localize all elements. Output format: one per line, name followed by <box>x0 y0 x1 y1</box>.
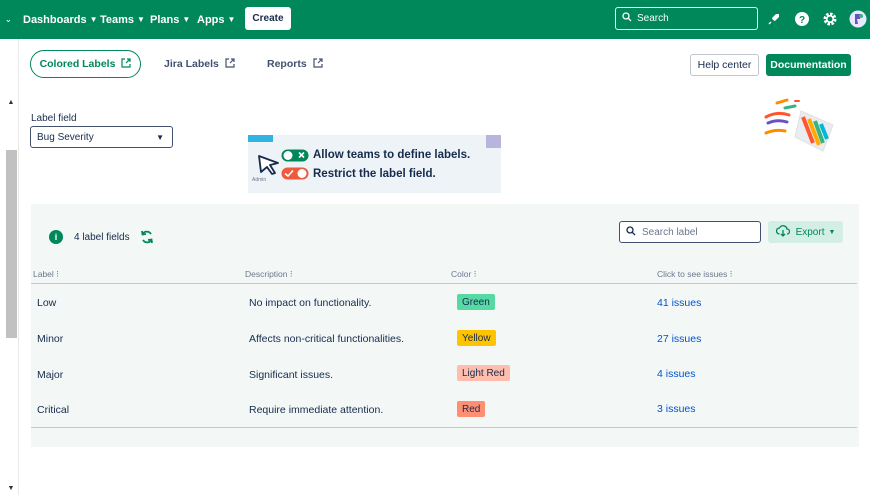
banner-line-2: Restrict the label field. <box>313 168 436 180</box>
page-left-divider <box>18 39 19 495</box>
banner-line-1: Allow teams to define labels. <box>313 149 471 161</box>
nav-dashboards[interactable]: Dashboards ▼ <box>23 0 98 39</box>
row-label: Critical <box>37 404 70 416</box>
row-description: Affects non-critical functionalities. <box>249 333 405 345</box>
nav-apps-label: Apps <box>197 13 225 26</box>
help-icon[interactable]: ? <box>793 10 811 28</box>
promo-banner: Admin Allow teams to define labels. Rest… <box>248 135 501 193</box>
nav-apps[interactable]: Apps ▼ <box>197 0 235 39</box>
label-field-caption: Label field <box>31 113 77 124</box>
column-header-issues[interactable]: Click to see issues ⁝ <box>657 269 732 280</box>
colored-labels-illustration-icon <box>764 98 834 152</box>
tab-colored-labels-label: Colored Labels <box>39 58 116 70</box>
chevron-down-icon: ▼ <box>828 228 836 236</box>
banner-accent-block <box>486 135 501 148</box>
column-header-description-text: Description <box>245 269 288 279</box>
search-label-placeholder: Search label <box>642 226 698 238</box>
external-link-icon <box>121 57 132 71</box>
svg-text:?: ? <box>799 15 805 26</box>
search-icon <box>622 12 632 25</box>
scroll-up-arrow[interactable]: ▲ <box>6 99 16 109</box>
search-label-input[interactable]: Search label <box>619 221 761 243</box>
color-badge: Yellow <box>457 330 496 346</box>
chevron-down-icon: ▼ <box>89 15 98 24</box>
table-bottom-divider <box>31 427 857 428</box>
rocket-icon[interactable] <box>765 10 783 28</box>
scrollbar-thumb[interactable] <box>6 150 17 338</box>
chevron-down-icon: ▼ <box>227 15 236 24</box>
tab-reports[interactable]: Reports <box>267 50 323 78</box>
search-icon <box>626 225 636 239</box>
nav-plans-label: Plans <box>150 13 180 26</box>
nav-plans[interactable]: Plans ▼ <box>150 0 190 39</box>
tab-jira-labels[interactable]: Jira Labels <box>164 50 235 78</box>
nav-dashboards-label: Dashboards <box>23 13 87 26</box>
global-search-placeholder: Search <box>637 13 669 24</box>
chevron-down-icon: ▼ <box>156 132 164 142</box>
issues-link[interactable]: 27 issues <box>657 333 701 345</box>
info-icon: i <box>49 230 63 244</box>
nav-left-chevron[interactable]: ⌄ <box>2 0 12 39</box>
column-header-label-text: Label <box>33 269 54 279</box>
top-navigation-bar: ⌄ Dashboards ▼ Teams ▼ Plans ▼ Apps ▼ Cr… <box>0 0 870 39</box>
sort-icon: ⁝ <box>729 269 733 279</box>
toggle-off-icon <box>281 167 309 180</box>
row-label: Low <box>37 297 57 309</box>
nav-teams[interactable]: Teams ▼ <box>100 0 145 39</box>
column-header-description[interactable]: Description ⁝ <box>245 269 293 280</box>
external-link-icon <box>225 57 235 71</box>
row-label: Major <box>37 369 64 381</box>
row-description: No impact on functionality. <box>249 297 372 309</box>
global-search-input[interactable]: Search <box>615 7 758 30</box>
issues-link[interactable]: 3 issues <box>657 403 696 415</box>
label-field-value: Bug Severity <box>37 131 94 143</box>
documentation-button[interactable]: Documentation <box>766 54 851 76</box>
color-badge: Green <box>457 294 495 310</box>
issues-link[interactable]: 4 issues <box>657 368 696 380</box>
sort-icon: ⁝ <box>289 269 293 279</box>
label-fields-count: 4 label fields <box>74 232 130 243</box>
avatar[interactable] <box>849 10 867 28</box>
banner-admin-tag: Admin <box>252 177 267 183</box>
color-badge: Light Red <box>457 365 510 381</box>
chevron-down-icon: ▼ <box>182 15 191 24</box>
row-description: Require immediate attention. <box>249 404 384 416</box>
table-header-divider <box>31 283 857 284</box>
tab-reports-label: Reports <box>267 58 307 70</box>
create-button[interactable]: Create <box>245 7 291 30</box>
column-header-color[interactable]: Color ⁝ <box>451 269 476 280</box>
banner-accent-bar <box>248 135 273 142</box>
column-header-issues-text: Click to see issues <box>657 269 728 279</box>
refresh-icon[interactable] <box>139 229 155 245</box>
export-button[interactable]: Export ▼ <box>768 221 843 243</box>
cursor-icon <box>258 155 279 175</box>
sort-icon: ⁝ <box>56 269 59 279</box>
row-description: Significant issues. <box>249 369 334 381</box>
cloud-download-icon <box>775 224 790 240</box>
color-badge: Red <box>457 401 486 417</box>
toggle-on-icon <box>281 149 309 162</box>
gear-icon[interactable] <box>821 10 839 28</box>
tab-jira-labels-label: Jira Labels <box>164 58 219 70</box>
column-header-color-text: Color <box>451 269 472 279</box>
scroll-down-arrow[interactable]: ▼ <box>6 485 16 495</box>
export-label: Export <box>795 226 825 238</box>
column-header-label[interactable]: Label ⁝ <box>33 269 59 280</box>
label-field-select[interactable]: Bug Severity ▼ <box>30 126 173 148</box>
external-link-icon <box>313 57 323 71</box>
issues-link[interactable]: 41 issues <box>657 297 701 309</box>
help-center-button[interactable]: Help center <box>690 54 759 76</box>
nav-teams-label: Teams <box>100 13 135 26</box>
tab-colored-labels[interactable]: Colored Labels <box>30 50 141 78</box>
sort-icon: ⁝ <box>473 269 477 279</box>
chevron-down-icon: ▼ <box>137 15 145 24</box>
row-label: Minor <box>37 333 64 345</box>
